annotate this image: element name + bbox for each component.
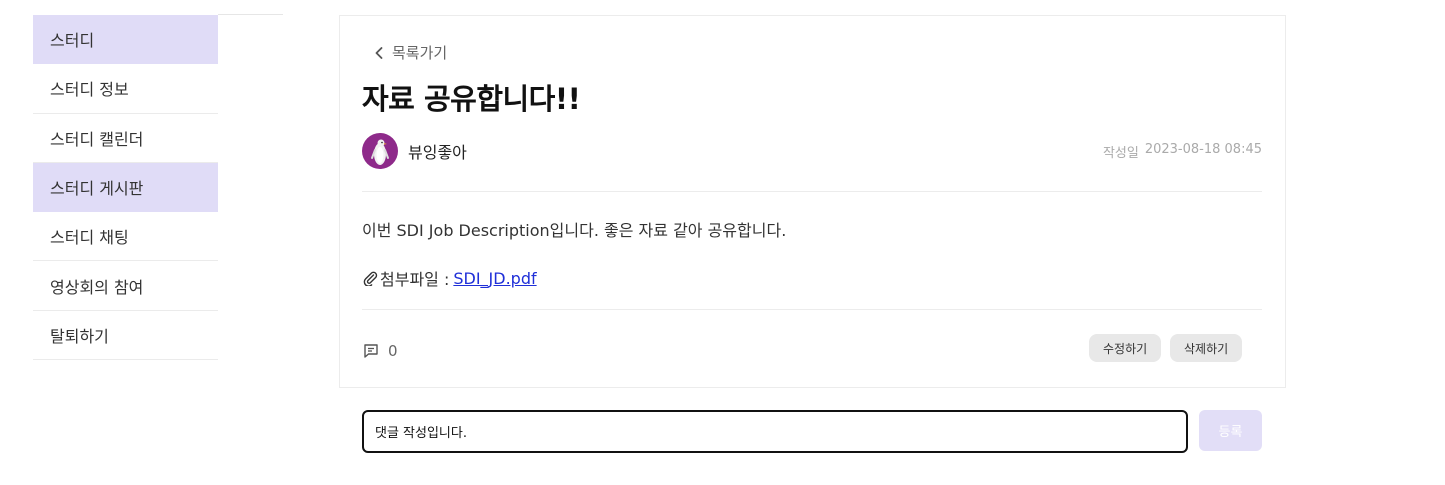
back-to-list-link[interactable]: 목록가기 <box>372 42 447 63</box>
sidebar-item-study-info[interactable]: 스터디 정보 <box>33 64 218 114</box>
paperclip-icon <box>363 271 378 286</box>
study-sidebar: 스터디 스터디 정보 스터디 캘린더 스터디 게시판 스터디 채팅 영상회의 참… <box>33 15 218 361</box>
chevron-left-icon <box>375 46 383 59</box>
comment-submit-button[interactable]: 등록 <box>1199 410 1262 451</box>
delete-button[interactable]: 삭제하기 <box>1170 334 1243 362</box>
back-link-label: 목록가기 <box>392 44 448 62</box>
sidebar-item-label: 스터디 채팅 <box>50 228 129 248</box>
sidebar-top-divider <box>218 14 283 15</box>
sidebar-item-label: 탈퇴하기 <box>50 326 109 346</box>
sidebar-item-label: 스터디 정보 <box>50 80 129 100</box>
sidebar-item-study[interactable]: 스터디 <box>33 15 218 65</box>
penguin-avatar-icon <box>371 139 389 165</box>
sidebar-item-study-calendar[interactable]: 스터디 캘린더 <box>33 114 218 163</box>
attachment-row: 첨부파일 : SDI_JD.pdf <box>362 266 537 290</box>
comment-icon <box>364 344 378 358</box>
sidebar-item-label: 스터디 게시판 <box>50 179 144 199</box>
sidebar-item-leave[interactable]: 탈퇴하기 <box>33 311 218 361</box>
comment-count-value: 0 <box>388 342 398 360</box>
sidebar-item-video-meeting[interactable]: 영상회의 참여 <box>33 261 218 311</box>
divider <box>362 191 1262 192</box>
author-name[interactable]: 뷰잉좋아 <box>408 139 467 163</box>
post-title: 자료 공유합니다!! <box>362 82 581 116</box>
avatar[interactable] <box>362 133 398 169</box>
author-row: 뷰잉좋아 작성일 2023-08-18 08:45 <box>362 133 1262 169</box>
sidebar-item-label: 영상회의 참여 <box>50 277 144 297</box>
date-value: 2023-08-18 08:45 <box>1144 141 1262 157</box>
post-date: 작성일 2023-08-18 08:45 <box>1103 142 1262 161</box>
divider <box>362 309 1262 310</box>
comment-input[interactable] <box>362 410 1188 453</box>
sidebar-item-label: 스터디 캘린더 <box>50 129 144 149</box>
sidebar-item-study-chat[interactable]: 스터디 채팅 <box>33 212 218 262</box>
attachment-file-link[interactable]: SDI_JD.pdf <box>453 269 536 288</box>
post-content: 이번 SDI Job Description입니다. 좋은 자료 같아 공유합니… <box>362 221 787 240</box>
sidebar-item-study-board[interactable]: 스터디 게시판 <box>33 162 218 213</box>
comment-count: 0 <box>362 342 398 360</box>
post-card: 목록가기 자료 공유합니다!! 뷰잉좋아 작성일 2023-08-18 08:4… <box>339 15 1286 388</box>
sidebar-item-label: 스터디 <box>50 31 95 51</box>
date-label: 작성일 <box>1102 145 1139 161</box>
edit-button[interactable]: 수정하기 <box>1089 334 1162 362</box>
attachment-label: 첨부파일 : <box>380 270 450 289</box>
